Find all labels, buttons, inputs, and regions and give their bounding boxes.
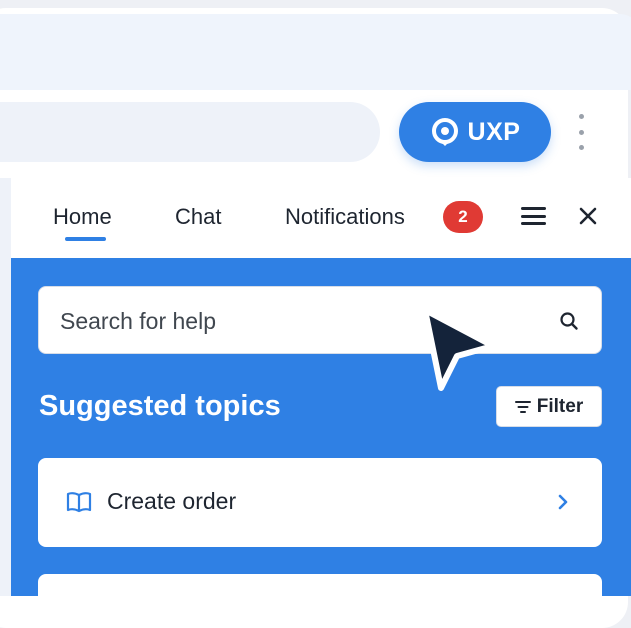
search-placeholder: Search for help (60, 308, 216, 334)
notifications-badge: 2 (443, 201, 483, 233)
location-pin-icon (431, 118, 458, 146)
topic-label: Create order (107, 488, 237, 514)
kebab-menu-icon[interactable] (571, 114, 591, 150)
uxp-label: UXP (467, 117, 521, 146)
tab-chat[interactable]: Chat (175, 204, 221, 230)
hamburger-menu-icon[interactable] (521, 207, 546, 225)
browser-top-bar (0, 14, 631, 90)
close-icon[interactable] (577, 205, 599, 227)
filter-button[interactable]: Filter (496, 386, 602, 427)
suggested-topics-heading: Suggested topics (39, 390, 281, 422)
mouse-cursor-icon (422, 307, 496, 391)
tab-notifications[interactable]: Notifications (285, 204, 405, 230)
search-input[interactable]: Search for help (38, 286, 602, 354)
chevron-right-icon (558, 494, 568, 510)
filter-icon (514, 400, 531, 413)
book-icon (66, 492, 92, 513)
filter-label: Filter (536, 395, 584, 417)
topic-card-partial[interactable] (38, 574, 602, 614)
page-background-strip (0, 178, 11, 596)
tab-home[interactable]: Home (53, 204, 112, 230)
uxp-extension-button[interactable]: UXP (399, 102, 551, 162)
address-bar[interactable] (0, 102, 380, 162)
search-icon[interactable] (559, 311, 579, 331)
active-tab-indicator (65, 237, 106, 241)
topic-card-create-order[interactable]: Create order (38, 458, 602, 547)
